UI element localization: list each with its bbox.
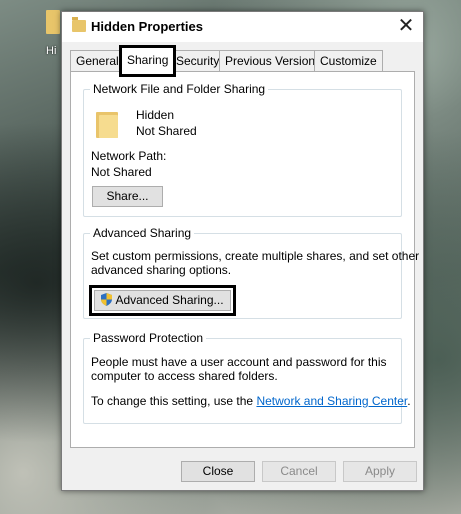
change-setting-text: To change this setting, use the Network … — [91, 394, 411, 408]
password-info-line2: computer to access shared folders. — [91, 369, 278, 383]
title-bar[interactable]: Hidden Properties ✕ — [62, 12, 423, 42]
advanced-description-line2: advanced sharing options. — [91, 263, 232, 277]
folder-icon — [72, 17, 86, 32]
window-title: Hidden Properties — [91, 19, 203, 34]
tab-previous-versions[interactable]: Previous Versions — [219, 50, 328, 71]
properties-dialog: Hidden Properties ✕ General Sharing Secu… — [61, 11, 424, 491]
close-button[interactable]: Close — [181, 461, 255, 482]
group-title: Network File and Folder Sharing — [90, 82, 269, 96]
change-setting-prefix: To change this setting, use the — [91, 394, 257, 408]
network-path-value: Not Shared — [91, 165, 152, 179]
tab-security[interactable]: Security — [170, 50, 226, 71]
uac-shield-icon — [101, 293, 113, 306]
share-button[interactable]: Share... — [92, 186, 163, 207]
advanced-description-line1: Set custom permissions, create multiple … — [91, 249, 420, 263]
advanced-sharing-button[interactable]: Advanced Sharing... — [89, 285, 236, 316]
tab-sharing[interactable]: Sharing — [119, 45, 177, 77]
password-protection-group: Password Protection People must have a u… — [83, 331, 411, 424]
apply-button[interactable]: Apply — [343, 461, 417, 482]
close-window-button[interactable]: ✕ — [395, 15, 417, 37]
group-title: Password Protection — [90, 331, 207, 345]
cancel-button[interactable]: Cancel — [262, 461, 336, 482]
share-status: Not Shared — [136, 124, 197, 138]
advanced-sharing-group: Advanced Sharing Set custom permissions,… — [83, 226, 419, 319]
advanced-sharing-label: Advanced Sharing... — [115, 293, 224, 307]
tab-customize[interactable]: Customize — [314, 50, 383, 71]
change-setting-suffix: . — [407, 394, 411, 408]
network-sharing-center-link[interactable]: Network and Sharing Center — [256, 394, 407, 408]
password-info-line1: People must have a user account and pass… — [91, 355, 387, 369]
network-path-label: Network Path: — [91, 149, 167, 163]
desktop-icon-label: Hi — [46, 45, 57, 57]
shared-folder-icon — [96, 112, 118, 138]
tab-general[interactable]: General — [70, 50, 125, 71]
group-title: Advanced Sharing — [90, 226, 195, 240]
desktop-folder-icon[interactable] — [46, 10, 60, 46]
folder-name: Hidden — [136, 108, 175, 122]
sharing-panel: Network File and Folder Sharing Hidden N… — [70, 71, 419, 448]
network-sharing-group: Network File and Folder Sharing Hidden N… — [83, 82, 402, 217]
